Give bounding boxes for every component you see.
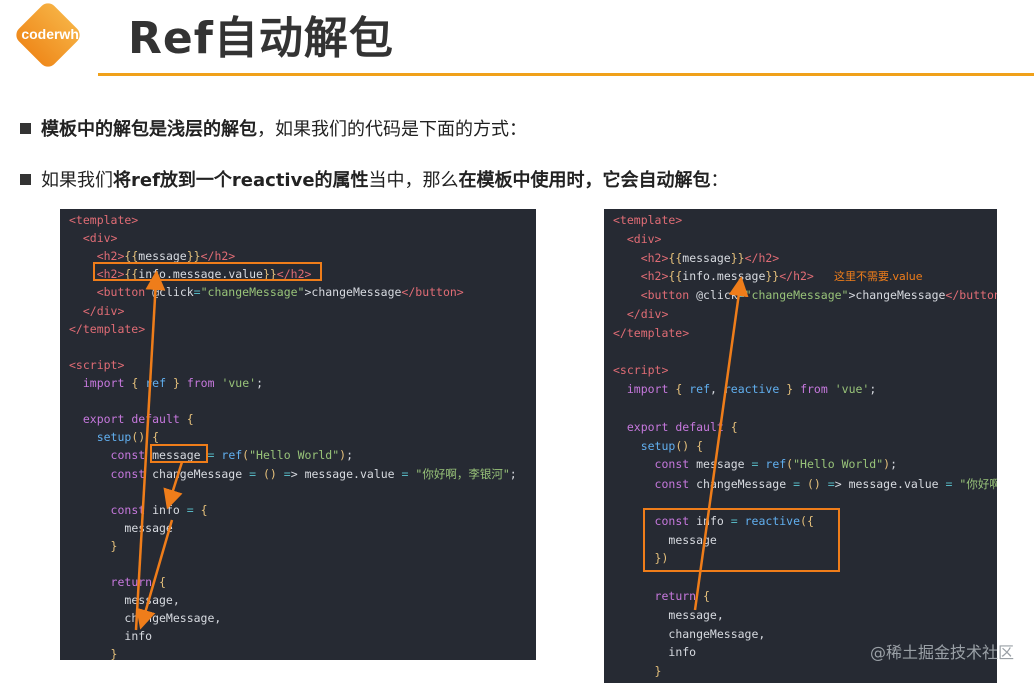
code-line: <template> [613, 213, 683, 227]
code-line: return { [654, 589, 710, 603]
code-line: info [668, 645, 697, 660]
bullet-text: 模板中的解包是浅层的解包 [41, 119, 257, 140]
code-line: <div> [626, 231, 662, 246]
bullet-text: 当中，那么 [368, 170, 459, 191]
code-line: setup() { [640, 438, 704, 453]
watermark: @稀土掘金技术社区 [869, 643, 1014, 662]
code-line: } [654, 664, 662, 679]
code-line: } [110, 647, 118, 660]
code-line: message [124, 520, 173, 535]
code-line: const info = { [110, 502, 208, 517]
code-line: const changeMessage = () => message.valu… [110, 467, 517, 482]
code-line: changeMessage, [124, 611, 222, 626]
left-info-message-value-box [93, 262, 322, 281]
code-line: import { ref } from 'vue'; [82, 375, 264, 390]
bullet-text: 在模板中使用时，它会自动解包 [458, 170, 711, 191]
code-line: <script> [69, 357, 125, 372]
right-reactive-info-box [643, 508, 840, 572]
code-line: </template> [69, 321, 146, 336]
bullet-square-icon [20, 174, 31, 185]
bullet-text: ： [710, 170, 729, 191]
code-line: return { [110, 575, 166, 589]
code-line: setup() { [96, 430, 160, 445]
code-line: const message = ref("Hello World"); [654, 457, 897, 472]
bullet-2: 如果我们将ref放到一个reactive的属性当中，那么在模板中使用时，它会自动… [20, 166, 729, 192]
code-line: export default { [626, 419, 738, 434]
bullet-text: 如果我们 [41, 170, 113, 191]
code-line: <button @click="changeMessage">changeMes… [96, 285, 464, 300]
code-line: import { ref, reactive } from 'vue'; [626, 382, 877, 397]
code-line: <template> [69, 213, 139, 227]
page-title: Ref自动解包 [128, 13, 394, 64]
code-line: const changeMessage = () => message.valu… [654, 477, 997, 492]
right-code-panel: <template> <div> <h2>{{message}}</h2> <h… [604, 209, 997, 683]
bullet-text: ，如果我们的代码是下面的方式： [257, 119, 527, 140]
bullet-square-icon [20, 123, 31, 134]
code-line: <h2>{{info.message}}</h2> [640, 269, 814, 284]
left-message-box [150, 444, 208, 463]
bullet-text: 将ref放到一个reactive的属性 [113, 170, 369, 191]
code-line: message, [124, 593, 180, 608]
code-line: </template> [613, 325, 690, 340]
code-line: <button @click="changeMessage">changeMes… [640, 288, 997, 303]
bullet-1: 模板中的解包是浅层的解包，如果我们的代码是下面的方式： [20, 115, 527, 141]
code-line: </div> [82, 303, 125, 318]
code-line: const message = ref("Hello World"); [110, 448, 353, 463]
code-line: message, [668, 607, 724, 622]
code-line: } [110, 538, 118, 553]
code-line: <script> [613, 363, 669, 378]
title-divider [98, 73, 1034, 76]
code-line: export default { [82, 412, 194, 427]
code-line: <div> [82, 231, 118, 246]
code-line: info [124, 629, 153, 644]
code-line: </div> [626, 307, 669, 321]
right-note: 这里不需要.value [834, 270, 923, 283]
code-line: <h2>{{message}}</h2> [640, 250, 780, 265]
code-line: changeMessage, [668, 626, 766, 641]
logo-text: coderwhy [21, 26, 87, 42]
